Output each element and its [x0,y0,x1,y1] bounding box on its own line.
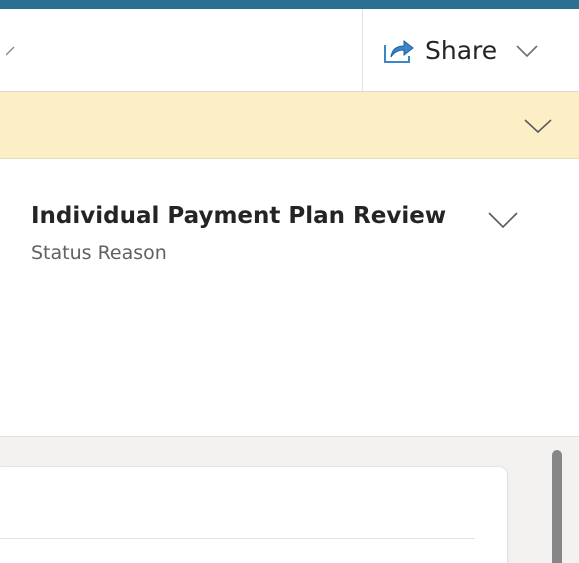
chevron-down-icon[interactable] [6,41,22,57]
notification-banner [0,92,579,159]
record-header: Individual Payment Plan Review Status Re… [0,159,579,436]
toolbar-divider [362,9,363,91]
form-body [0,436,579,563]
share-label: Share [425,36,498,65]
share-icon [384,39,414,63]
form-section-card [0,467,507,563]
scrollbar-thumb[interactable] [552,450,562,563]
status-reason-value: Individual Payment Plan Review [31,203,447,229]
card-divider [0,538,475,539]
top-accent-bar [0,0,579,9]
status-reason-label: Status Reason [31,242,167,264]
command-bar: Share [0,9,579,92]
chevron-down-icon[interactable] [515,43,539,59]
chevron-down-icon[interactable] [523,117,553,135]
chevron-down-icon[interactable] [487,210,519,230]
share-button[interactable]: Share [383,34,539,68]
app-window: Share Individual Payment Plan Review Sta… [0,0,579,563]
